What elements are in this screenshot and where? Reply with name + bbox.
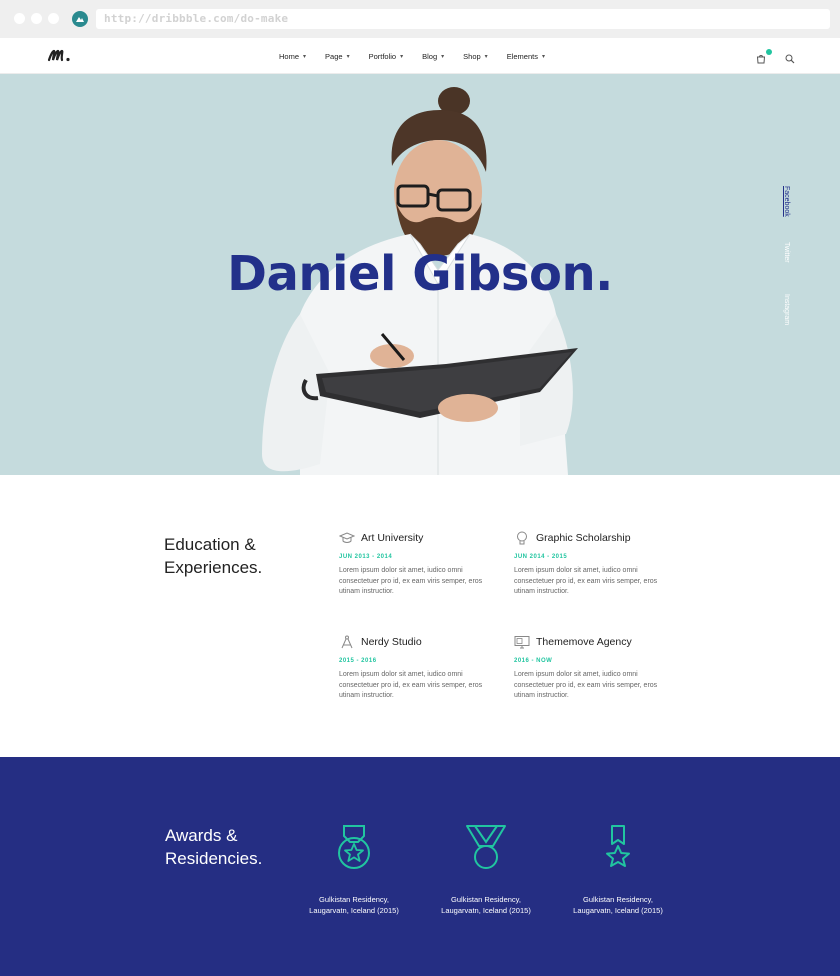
award-line2: Laugarvatn, Iceland (2015) (441, 906, 531, 915)
education-item-date: 2015 - 2016 (339, 658, 377, 664)
window-controls (14, 13, 59, 24)
hero-title: Daniel Gibson. (227, 246, 613, 302)
education-heading: Education & Experiences. (164, 533, 262, 579)
menu-item-label: Page (325, 51, 343, 61)
medal-ribbon-icon (466, 825, 506, 869)
menu-item-portfolio[interactable]: Portfolio ▾ (369, 52, 404, 61)
education-item-title: Thememove Agency (536, 636, 632, 648)
monitor-icon (514, 636, 530, 649)
browser-chrome: http://dribbble.com/do-make (0, 0, 840, 38)
minimize-window-button[interactable] (31, 13, 42, 24)
chevron-down-icon: ▾ (541, 53, 545, 60)
education-item-title: Art University (361, 532, 424, 544)
menu-item-label: Home (279, 51, 300, 61)
chevron-down-icon: ▾ (346, 53, 350, 60)
awards-heading-line2: Residencies. (165, 849, 263, 868)
education-item-description: Lorem ipsum dolor sit amet, iudico omni … (339, 671, 483, 699)
cart-icon[interactable] (756, 51, 766, 69)
graduation-cap-icon (339, 532, 355, 543)
maximize-window-button[interactable] (48, 13, 59, 24)
star-ribbon-icon (606, 825, 630, 867)
social-link-instagram[interactable]: Instagram (783, 294, 790, 325)
education-heading-line1: Education & (164, 535, 256, 554)
site-header: Home ▾ Page ▾ Portfolio ▾ Blog ▾ Shop ▾ Eleme… (0, 38, 840, 74)
site-logo[interactable] (47, 48, 75, 67)
education-item-date: 2016 - NOW (514, 658, 553, 664)
chevron-down-icon: ▾ (441, 53, 445, 60)
main-menu: Home ▾ Page ▾ Portfolio ▾ Blog ▾ Shop ▾ Eleme… (279, 38, 564, 74)
address-bar[interactable]: http://dribbble.com/do-make (96, 9, 830, 29)
menu-item-page[interactable]: Page ▾ (325, 52, 350, 61)
education-item: Thememove Agency 2016 - NOW Lorem ipsum … (514, 634, 664, 702)
social-link-twitter[interactable]: Twitter (783, 242, 790, 263)
award-item: Gulkistan Residency, Laugarvatn, Iceland… (289, 824, 419, 916)
hero-section: Daniel Gibson. Facebook Twitter Instagra… (0, 74, 840, 475)
education-item-date: JUN 2013 - 2014 (339, 554, 393, 560)
lightbulb-icon (517, 531, 527, 545)
menu-item-label: Elements (506, 51, 538, 61)
close-window-button[interactable] (14, 13, 25, 24)
award-line2: Laugarvatn, Iceland (2015) (573, 906, 663, 915)
awards-heading-line1: Awards & (165, 826, 238, 845)
chevron-down-icon: ▾ (400, 53, 404, 60)
search-icon[interactable] (785, 51, 795, 69)
chevron-down-icon: ▾ (484, 53, 488, 60)
education-item-description: Lorem ipsum dolor sit amet, iudico omni … (514, 671, 658, 699)
menu-item-blog[interactable]: Blog ▾ (422, 52, 444, 61)
medal-star-icon (338, 825, 370, 869)
education-heading-line2: Experiences. (164, 558, 263, 577)
award-line1: Gulkistan Residency, (583, 895, 653, 904)
menu-item-shop[interactable]: Shop ▾ (463, 52, 488, 61)
menu-item-label: Shop (463, 51, 481, 61)
cart-badge (766, 49, 772, 55)
menu-item-elements[interactable]: Elements ▾ (507, 52, 545, 61)
education-item: Nerdy Studio 2015 - 2016 Lorem ipsum dol… (339, 634, 489, 702)
menu-item-label: Portfolio (368, 51, 397, 61)
awards-section: Awards & Residencies. Gulkistan Residenc… (0, 757, 840, 976)
award-item: Gulkistan Residency, Laugarvatn, Iceland… (553, 824, 683, 916)
menu-item-label: Blog (422, 51, 438, 61)
site-favicon-icon (72, 11, 88, 27)
award-line1: Gulkistan Residency, (319, 895, 389, 904)
education-item-date: JUN 2014 - 2015 (514, 554, 568, 560)
award-line2: Laugarvatn, Iceland (2015) (309, 906, 399, 915)
education-item-title: Graphic Scholarship (536, 532, 631, 544)
education-item-description: Lorem ipsum dolor sit amet, iudico omni … (339, 567, 483, 595)
education-item-description: Lorem ipsum dolor sit amet, iudico omni … (514, 567, 658, 595)
social-link-facebook[interactable]: Facebook (783, 186, 790, 217)
education-item: Graphic Scholarship JUN 2014 - 2015 Lore… (514, 530, 664, 598)
chevron-down-icon: ▾ (303, 53, 307, 60)
education-item: Art University JUN 2013 - 2014 Lorem ips… (339, 530, 489, 598)
award-line1: Gulkistan Residency, (451, 895, 521, 904)
compass-icon (341, 635, 353, 649)
education-item-title: Nerdy Studio (361, 636, 422, 648)
awards-heading: Awards & Residencies. (165, 824, 262, 870)
menu-item-home[interactable]: Home ▾ (279, 52, 306, 61)
award-item: Gulkistan Residency, Laugarvatn, Iceland… (421, 824, 551, 916)
address-bar-url: http://dribbble.com/do-make (104, 12, 289, 25)
